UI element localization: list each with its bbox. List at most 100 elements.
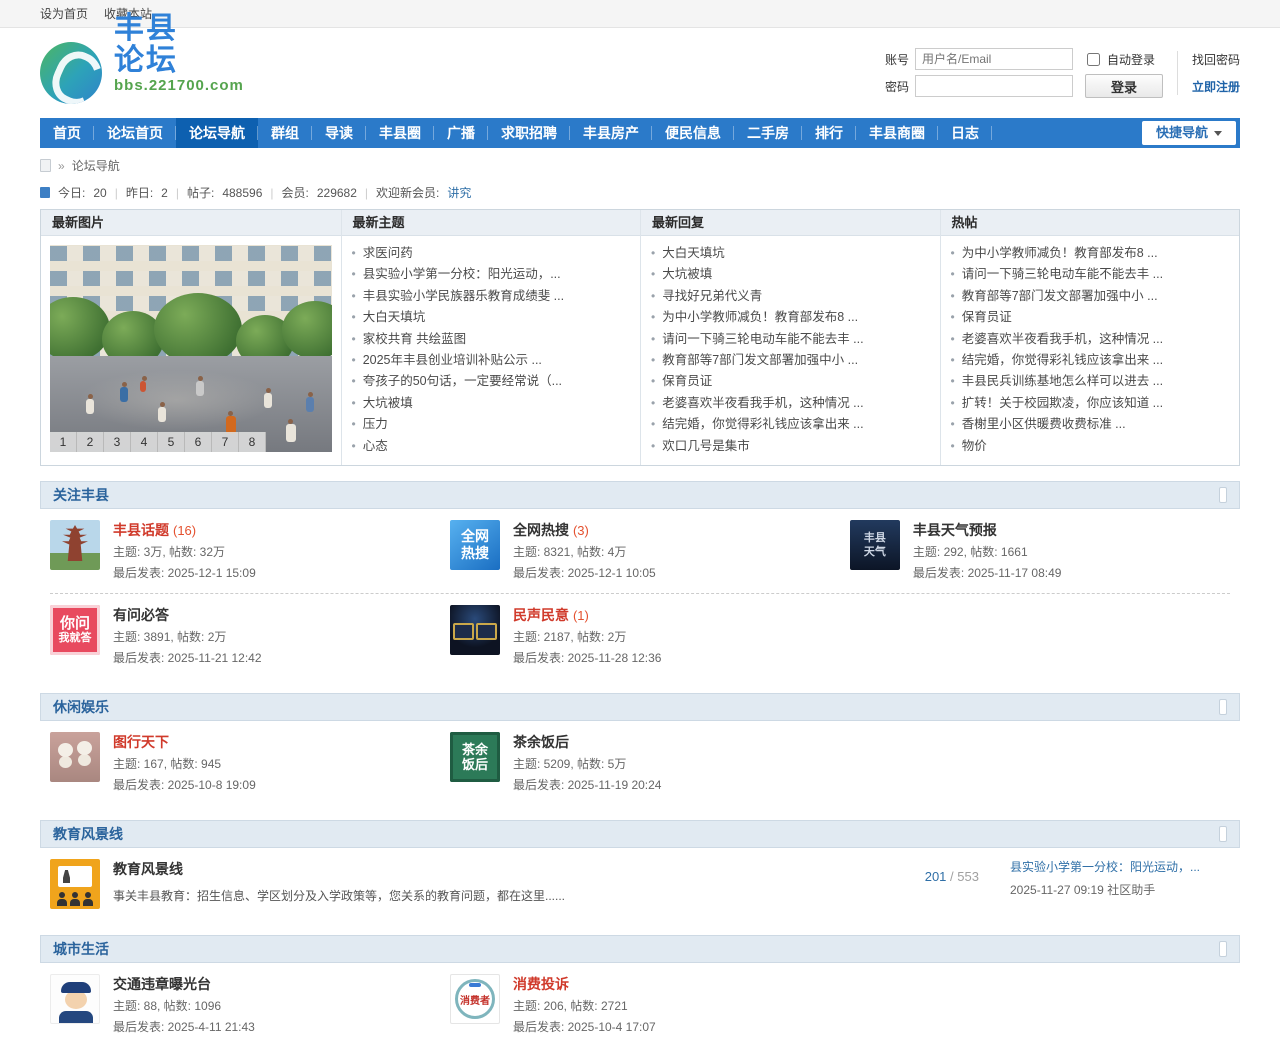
forum-fengxian-topics[interactable]: 丰县话题(16) 主题: 3万, 帖数: 32万 最后发表: 2025-12-1… <box>40 509 440 593</box>
forum-photo-world[interactable]: 图行天下 主题: 167, 帖数: 945 最后发表: 2025-10-8 19… <box>40 721 440 805</box>
topic-link[interactable]: 县实验小学第一分校：阳光运动，... <box>352 264 631 285</box>
forum-questions-answers[interactable]: 你问 我就答 有问必答 主题: 3891, 帖数: 2万 最后发表: 2025-… <box>40 594 440 678</box>
topic-link[interactable]: 压力 <box>352 414 631 435</box>
forum-tea-chat[interactable]: 茶余 饭后 茶余饭后 主题: 5209, 帖数: 5万 最后发表: 2025-1… <box>440 721 840 805</box>
topic-link[interactable]: 大白天填坑 <box>352 307 631 328</box>
password-input[interactable] <box>915 75 1073 97</box>
nav-item-forum-home[interactable]: 论坛首页 <box>94 118 176 148</box>
forum-hot-search[interactable]: 全网 热搜 全网热搜(3) 主题: 8321, 帖数: 4万 最后发表: 202… <box>440 509 840 593</box>
forum-title[interactable]: 消费投诉 <box>513 976 569 992</box>
reply-link[interactable]: 大坑被填 <box>651 264 930 285</box>
topic-link[interactable]: 家校共育 共绘蓝图 <box>352 329 631 350</box>
collapse-toggle-icon[interactable] <box>1219 826 1227 842</box>
forum-title[interactable]: 丰县天气预报 <box>913 522 997 538</box>
topic-count: 201 / 553 <box>869 859 979 884</box>
nav-item-convenience-info[interactable]: 便民信息 <box>652 118 734 148</box>
forum-title[interactable]: 交通违章曝光台 <box>113 976 211 992</box>
nav-item-blogs[interactable]: 日志 <box>938 118 992 148</box>
topic-link[interactable]: 2025年丰县创业培训补贴公示 ... <box>352 350 631 371</box>
hot-post-link[interactable]: 老婆喜欢半夜看我手机，这种情况 ... <box>951 329 1230 350</box>
forum-stats: 主题: 2187, 帖数: 2万 <box>513 628 662 646</box>
topic-link[interactable]: 夸孩子的50句话，一定要经常说（... <box>352 371 631 392</box>
hot-post-link[interactable]: 为中小学教师减负！教育部发布8 ... <box>951 243 1230 264</box>
forum-title[interactable]: 有问必答 <box>113 607 169 623</box>
collapse-toggle-icon[interactable] <box>1219 941 1227 957</box>
forum-title[interactable]: 全网热搜 <box>513 522 569 538</box>
page-button-5[interactable]: 5 <box>158 432 185 452</box>
reply-link[interactable]: 结完婚，你觉得彩礼钱应该拿出来 ... <box>651 414 930 435</box>
forum-consumer-complaints[interactable]: 消费者 消费投诉 主题: 206, 帖数: 2721 最后发表: 2025-10… <box>440 963 840 1047</box>
site-logo[interactable]: 丰县论坛 bbs.221700.com <box>40 13 188 133</box>
hot-post-link[interactable]: 丰县民兵训练基地怎么样可以进去 ... <box>951 371 1230 392</box>
reply-link[interactable]: 教育部等7部门发文部署加强中小 ... <box>651 350 930 371</box>
reply-link[interactable]: 欢口几号是集市 <box>651 436 930 457</box>
nav-item-digest[interactable]: 导读 <box>312 118 366 148</box>
breadcrumb: » 论坛导航 <box>40 148 1240 180</box>
nav-item-groups[interactable]: 群组 <box>258 118 312 148</box>
forum-public-voice[interactable]: 民声民意(1) 主题: 2187, 帖数: 2万 最后发表: 2025-11-2… <box>440 594 840 678</box>
register-link[interactable]: 立即注册 <box>1192 78 1240 95</box>
nav-item-jobs[interactable]: 求职招聘 <box>488 118 570 148</box>
account-input[interactable] <box>915 48 1073 70</box>
login-button[interactable]: 登录 <box>1085 74 1163 98</box>
post-count-value: 553 <box>957 869 979 884</box>
last-post-link[interactable]: 县实验小学第一分校：阳光运动，... <box>1010 859 1230 875</box>
nav-item-second-hand[interactable]: 二手房 <box>734 118 802 148</box>
forum-title[interactable]: 丰县话题 <box>113 522 169 538</box>
password-label: 密码 <box>875 78 909 95</box>
breadcrumb-current[interactable]: 论坛导航 <box>72 157 120 174</box>
topic-link[interactable]: 丰县实验小学民族器乐教育成绩斐 ... <box>352 286 631 307</box>
page-button-7[interactable]: 7 <box>212 432 239 452</box>
page-button-3[interactable]: 3 <box>104 432 131 452</box>
forum-stats: 主题: 3万, 帖数: 32万 <box>113 543 256 561</box>
divider: | <box>365 186 368 200</box>
latest-image-thumbnail[interactable]: 1 2 3 4 5 6 7 8 <box>50 245 332 452</box>
forum-weather-forecast[interactable]: 丰县 天气 丰县天气预报 主题: 292, 帖数: 1661 最后发表: 202… <box>840 509 1240 593</box>
reply-link[interactable]: 寻找好兄弟代义青 <box>651 286 930 307</box>
page-button-2[interactable]: 2 <box>77 432 104 452</box>
topic-link[interactable]: 求医问药 <box>352 243 631 264</box>
nav-item-fengxian-circle[interactable]: 丰县圈 <box>366 118 434 148</box>
page-button-8[interactable]: 8 <box>239 432 266 452</box>
hot-post-link[interactable]: 结完婚，你觉得彩礼钱应该拿出来 ... <box>951 350 1230 371</box>
forum-education[interactable]: 教育风景线 事关丰县教育：招生信息、学区划分及入学政策等，您关系的教育问题，都在… <box>40 848 1240 920</box>
topic-link[interactable]: 心态 <box>352 436 631 457</box>
hot-search-icon: 全网 热搜 <box>450 520 500 570</box>
reply-link[interactable]: 保育员证 <box>651 371 930 392</box>
page-button-1[interactable]: 1 <box>50 432 77 452</box>
forum-title[interactable]: 茶余饭后 <box>513 734 569 750</box>
nav-item-real-estate[interactable]: 丰县房产 <box>570 118 652 148</box>
hot-post-link[interactable]: 扩转！关于校园欺凌，你应该知道 ... <box>951 393 1230 414</box>
hot-post-link[interactable]: 物价 <box>951 436 1230 457</box>
nav-item-business-circle[interactable]: 丰县商圈 <box>856 118 938 148</box>
forum-traffic-violations[interactable]: 交通违章曝光台 主题: 88, 帖数: 1096 最后发表: 2025-4-11… <box>40 963 440 1047</box>
quick-nav-button[interactable]: 快捷导航 <box>1142 121 1236 145</box>
posts-label: 帖子: <box>187 184 214 201</box>
forum-home-icon[interactable] <box>40 159 51 172</box>
reply-link[interactable]: 为中小学教师减负！教育部发布8 ... <box>651 307 930 328</box>
forum-title[interactable]: 民声民意 <box>513 607 569 623</box>
auto-login-checkbox[interactable] <box>1087 53 1100 66</box>
collapse-toggle-icon[interactable] <box>1219 487 1227 503</box>
nav-item-forum-nav[interactable]: 论坛导航 <box>176 118 258 148</box>
hot-post-link[interactable]: 香榭里小区供暖费收费标准 ... <box>951 414 1230 435</box>
stats-icon <box>40 187 50 198</box>
reply-link[interactable]: 请问一下骑三轮电动车能不能去丰 ... <box>651 329 930 350</box>
hot-post-link[interactable]: 教育部等7部门发文部署加强中小 ... <box>951 286 1230 307</box>
forum-title[interactable]: 图行天下 <box>113 734 169 750</box>
reply-link[interactable]: 老婆喜欢半夜看我手机，这种情况 ... <box>651 393 930 414</box>
find-password-link[interactable]: 找回密码 <box>1192 51 1240 68</box>
page-button-6[interactable]: 6 <box>185 432 212 452</box>
collapse-toggle-icon[interactable] <box>1219 699 1227 715</box>
nav-item-broadcast[interactable]: 广播 <box>434 118 488 148</box>
hot-post-link[interactable]: 请问一下骑三轮电动车能不能去丰 ... <box>951 264 1230 285</box>
last-post-block: 县实验小学第一分校：阳光运动，... 2025-11-27 09:19 社区助手 <box>992 859 1230 898</box>
forum-title[interactable]: 教育风景线 <box>113 861 183 877</box>
newest-member-link[interactable]: 讲究 <box>447 184 471 201</box>
reply-link[interactable]: 大白天填坑 <box>651 243 930 264</box>
nav-item-ranking[interactable]: 排行 <box>802 118 856 148</box>
nav-item-home[interactable]: 首页 <box>40 118 94 148</box>
page-button-4[interactable]: 4 <box>131 432 158 452</box>
hot-post-link[interactable]: 保育员证 <box>951 307 1230 328</box>
topic-link[interactable]: 大坑被填 <box>352 393 631 414</box>
